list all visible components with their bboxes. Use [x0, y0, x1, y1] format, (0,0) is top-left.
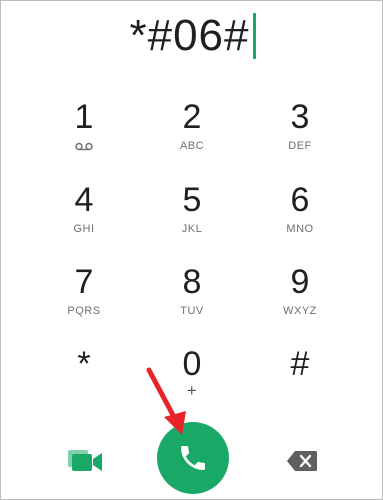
key-7[interactable]: 7 PQRS [34, 264, 134, 330]
key-letters: TUV [180, 305, 204, 317]
key-digit: 3 [290, 98, 310, 136]
key-digit: 2 [182, 98, 202, 136]
key-digit: 1 [74, 98, 94, 136]
key-hash[interactable]: # [250, 346, 350, 412]
key-2[interactable]: 2 ABC [142, 99, 242, 165]
key-digit: 5 [182, 181, 202, 219]
key-digit: 0 [182, 345, 202, 383]
key-8[interactable]: 8 TUV [142, 264, 242, 330]
key-1[interactable]: 1 [34, 99, 134, 165]
key-digit: 9 [290, 263, 310, 301]
dialed-number-text: *#06# [129, 11, 250, 60]
key-9[interactable]: 9 WXYZ [250, 264, 350, 330]
dialer-screen: *#06# 1 2 ABC 3 DEF 4 GHI 5 JKL 6 MNO 7 … [0, 0, 383, 500]
video-call-icon [68, 450, 102, 471]
key-4[interactable]: 4 GHI [34, 182, 134, 248]
dial-display[interactable]: *#06# [1, 1, 382, 71]
phone-icon [181, 446, 205, 470]
key-digit: 8 [182, 263, 202, 301]
key-digit: 4 [74, 181, 94, 219]
key-5[interactable]: 5 JKL [142, 182, 242, 248]
voicemail-icon [75, 139, 93, 153]
key-digit: * [77, 345, 91, 383]
key-letters: GHI [73, 223, 95, 235]
key-letters: DEF [288, 140, 312, 152]
backspace-button[interactable] [282, 447, 322, 475]
key-letters: ABC [179, 140, 205, 152]
key-letters: MNO [286, 223, 314, 235]
key-plus: + [186, 381, 198, 400]
call-button[interactable] [157, 422, 229, 494]
key-letters: JKL [181, 223, 203, 235]
text-caret [252, 13, 256, 59]
key-6[interactable]: 6 MNO [250, 182, 350, 248]
key-digit: 7 [74, 263, 94, 301]
key-digit: # [290, 345, 310, 383]
dialed-number: *#06# [129, 11, 256, 60]
key-letters: WXYZ [283, 305, 317, 317]
key-3[interactable]: 3 DEF [250, 99, 350, 165]
key-star[interactable]: * [34, 346, 134, 412]
video-call-button[interactable] [65, 445, 105, 475]
backspace-icon [287, 451, 317, 471]
key-0[interactable]: 0 + [142, 346, 242, 412]
key-digit: 6 [290, 181, 310, 219]
key-letters: PQRS [67, 305, 101, 317]
